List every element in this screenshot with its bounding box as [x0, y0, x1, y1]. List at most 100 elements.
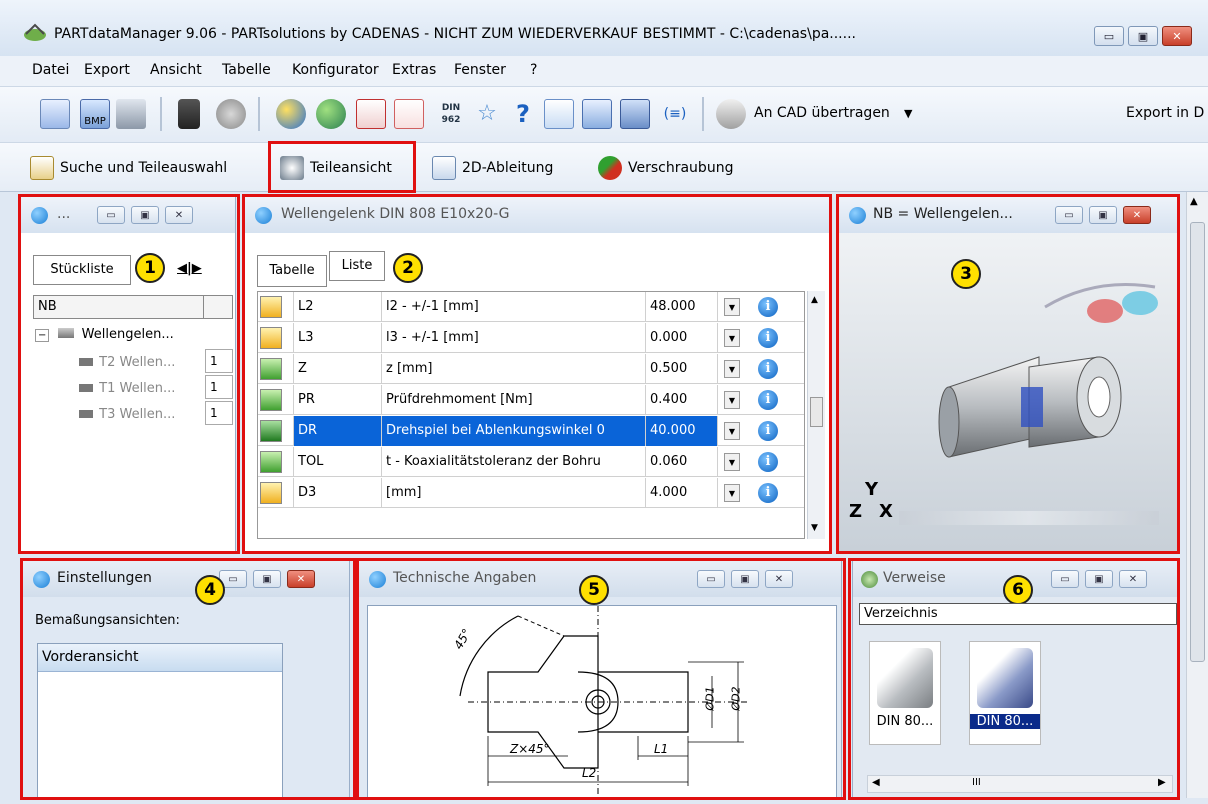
- info-icon[interactable]: i: [758, 390, 778, 410]
- scroll-up-arrow[interactable]: ▲: [1190, 196, 1198, 207]
- highlight-box: [268, 141, 416, 193]
- star-icon[interactable]: ☆: [472, 99, 502, 129]
- check-icon[interactable]: [260, 451, 282, 473]
- part-view-icon[interactable]: [620, 99, 650, 129]
- table-row[interactable]: PR Prüfdrehmoment [Nm] 0.400 ▼ i: [258, 385, 804, 415]
- main-scrollbar[interactable]: ▲: [1186, 192, 1208, 798]
- param-name-cell: Z: [294, 354, 382, 384]
- screwing-label: Verschraubung: [628, 160, 734, 176]
- menu-datei[interactable]: Datei: [32, 62, 69, 78]
- table-row[interactable]: Zz [mm] 0.500 ▼ i: [258, 354, 804, 384]
- param-name-cell: D3: [294, 478, 382, 508]
- param-name-cell: TOL: [294, 447, 382, 477]
- param-desc-cell: Prüfdrehmoment [Nm]: [382, 385, 646, 415]
- din-icon[interactable]: DIN 962: [436, 99, 466, 129]
- menu-export[interactable]: Export: [84, 62, 130, 78]
- screw-icon: [598, 156, 622, 180]
- menu-extras[interactable]: Extras: [392, 62, 436, 78]
- highlight-box: [18, 194, 240, 554]
- app-logo-icon: [24, 23, 46, 41]
- globe-icon[interactable]: [276, 99, 306, 129]
- param-name-cell: DR: [294, 416, 382, 446]
- value-dropdown-icon[interactable]: ▼: [724, 329, 740, 347]
- screwing-button[interactable]: Verschraubung: [592, 153, 739, 183]
- help-icon[interactable]: ?: [508, 99, 538, 129]
- formula-icon[interactable]: (≡): [660, 99, 690, 129]
- row-status-cell: [258, 385, 294, 415]
- filter-icon[interactable]: [260, 420, 282, 442]
- search-button[interactable]: Suche und Teileauswahl: [24, 153, 233, 183]
- main-toolbar: BMP DIN 962 ☆ ? (≡) An CAD übertragen ▼ …: [0, 86, 1208, 142]
- table-row[interactable]: TOL t - Koaxialitätstoleranz der Bohru 0.0…: [258, 447, 804, 477]
- menu-ansicht[interactable]: Ansicht: [150, 62, 202, 78]
- info-icon[interactable]: i: [758, 328, 778, 348]
- pdf-icon[interactable]: [356, 99, 386, 129]
- table-icon[interactable]: [40, 99, 70, 129]
- list-icon[interactable]: [544, 99, 574, 129]
- param-value-cell[interactable]: 4.000: [646, 478, 718, 508]
- param-value-cell[interactable]: 0.060: [646, 447, 718, 477]
- table-row[interactable]: L2 l2 - +/-1 [mm] 48.000 ▼ i: [258, 292, 804, 322]
- param-desc-cell: [mm]: [382, 478, 646, 508]
- check-icon[interactable]: [260, 389, 282, 411]
- globe-settings-icon[interactable]: [316, 99, 346, 129]
- menu-konfigurator[interactable]: Konfigurator: [292, 62, 379, 78]
- table-view-icon[interactable]: [582, 99, 612, 129]
- value-dropdown-icon[interactable]: ▼: [724, 484, 740, 502]
- check-icon[interactable]: [260, 358, 282, 380]
- param-value-cell[interactable]: 48.000: [646, 292, 718, 322]
- traffic-light-icon[interactable]: [178, 99, 200, 129]
- info-icon[interactable]: i: [758, 297, 778, 317]
- minimize-button[interactable]: ▭: [1094, 26, 1124, 46]
- bmp-icon[interactable]: BMP: [80, 99, 110, 129]
- row-status-cell: [258, 447, 294, 477]
- toolbar-separator: [160, 97, 162, 131]
- value-dropdown-icon[interactable]: ▼: [724, 298, 740, 316]
- value-dropdown-icon[interactable]: ▼: [724, 453, 740, 471]
- derivation-button[interactable]: 2D-Ableitung: [426, 153, 559, 183]
- param-value-cell[interactable]: 40.000: [646, 416, 718, 446]
- menu-fenster[interactable]: Fenster: [454, 62, 506, 78]
- export-button[interactable]: Export in D: [1126, 105, 1204, 121]
- arrow-icon[interactable]: [260, 482, 282, 504]
- highlight-box: [836, 194, 1180, 554]
- search-label: Suche und Teileauswahl: [60, 160, 228, 176]
- param-desc-cell: z [mm]: [382, 354, 646, 384]
- menu-help[interactable]: ?: [530, 62, 537, 78]
- maximize-button[interactable]: ▣: [1128, 26, 1158, 46]
- param-value-cell[interactable]: 0.400: [646, 385, 718, 415]
- param-desc-cell: l3 - +/-1 [mm]: [382, 323, 646, 353]
- info-icon[interactable]: i: [758, 483, 778, 503]
- toolbar-separator: [702, 97, 704, 131]
- highlight-box: [20, 558, 356, 800]
- cart-icon[interactable]: [116, 99, 146, 129]
- value-dropdown-icon[interactable]: ▼: [724, 360, 740, 378]
- param-desc-cell: l2 - +/-1 [mm]: [382, 292, 646, 322]
- derivation-label: 2D-Ableitung: [462, 160, 554, 176]
- cad-transfer-dropdown[interactable]: ▼: [904, 107, 912, 120]
- arrow-icon[interactable]: [260, 296, 282, 318]
- cad-transfer-button[interactable]: An CAD übertragen: [754, 105, 890, 121]
- table-row[interactable]: D3 [mm] 4.000 ▼ i: [258, 478, 804, 508]
- view-toolbar: Suche und Teileauswahl Teileansicht 2D-A…: [0, 141, 1208, 193]
- table-row[interactable]: L3 l3 - +/-1 [mm] 0.000 ▼ i: [258, 323, 804, 353]
- window-title: PARTdataManager 9.06 - PARTsolutions by …: [54, 26, 856, 42]
- value-dropdown-icon[interactable]: ▼: [724, 391, 740, 409]
- param-name-cell: L2: [294, 292, 382, 322]
- close-button[interactable]: ✕: [1162, 26, 1192, 46]
- arrow-icon[interactable]: [260, 327, 282, 349]
- info-icon[interactable]: i: [758, 359, 778, 379]
- cad-transfer-icon[interactable]: [716, 99, 746, 129]
- export-icon[interactable]: [394, 99, 424, 129]
- param-value-cell[interactable]: 0.000: [646, 323, 718, 353]
- table-row[interactable]: DR Drehspiel bei Ablenkungswinkel 0 40.000…: [258, 416, 804, 446]
- info-icon[interactable]: i: [758, 452, 778, 472]
- info-icon[interactable]: i: [758, 421, 778, 441]
- cancel-icon[interactable]: [216, 99, 246, 129]
- row-status-cell: [258, 354, 294, 384]
- row-status-cell: [258, 478, 294, 508]
- value-dropdown-icon[interactable]: ▼: [724, 422, 740, 440]
- scroll-thumb[interactable]: [1190, 222, 1205, 662]
- menu-tabelle[interactable]: Tabelle: [222, 62, 271, 78]
- param-value-cell[interactable]: 0.500: [646, 354, 718, 384]
